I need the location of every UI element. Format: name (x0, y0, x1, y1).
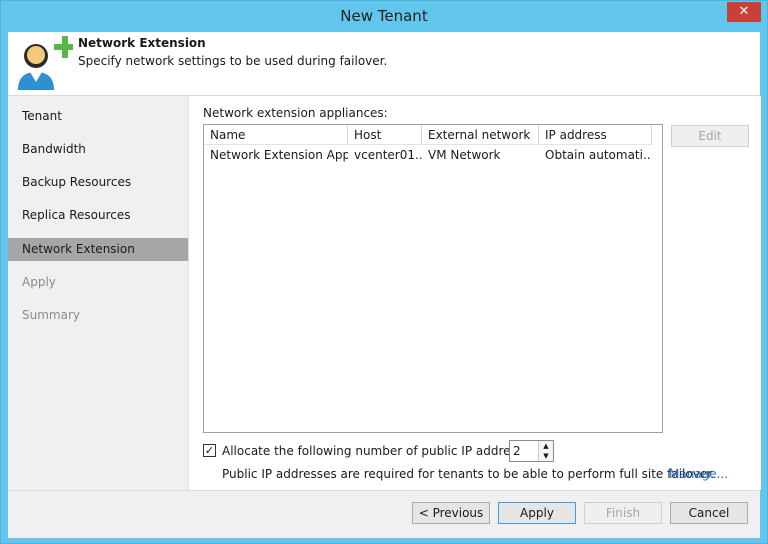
public-ip-note: Public IP addresses are required for ten… (222, 467, 715, 481)
appliances-table[interactable]: Name Host External network IP address Ne… (203, 124, 663, 433)
main-panel: Network extension appliances: Name Host … (188, 96, 761, 490)
cell-ip-address: Obtain automati... (545, 148, 652, 162)
window-title: New Tenant (340, 7, 428, 25)
cell-host: vcenter01... (354, 148, 422, 162)
ip-count-value[interactable]: 2 (513, 444, 521, 458)
tenant-add-icon (18, 36, 73, 90)
wizard-header: Network Extension Specify network settin… (8, 32, 760, 96)
wizard-steps-sidebar: Tenant Bandwidth Backup Resources Replic… (8, 96, 188, 490)
column-header-host[interactable]: Host (348, 125, 422, 145)
allocate-ip-label: Allocate the following number of public … (222, 444, 541, 458)
stepper-down-icon[interactable]: ▼ (538, 451, 553, 461)
table-header: Name Host External network IP address (204, 125, 652, 145)
column-header-external-network[interactable]: External network (422, 125, 539, 145)
page-title: Network Extension (78, 36, 206, 50)
sidebar-item-tenant[interactable]: Tenant (8, 105, 188, 128)
sidebar-item-apply: Apply (22, 275, 56, 289)
close-button[interactable]: ✕ (727, 2, 761, 22)
allocate-ip-checkbox[interactable]: ✓ (203, 444, 216, 457)
cancel-button[interactable]: Cancel (670, 502, 748, 524)
cell-external-network: VM Network (428, 148, 501, 162)
sidebar-item-bandwidth[interactable]: Bandwidth (8, 138, 188, 161)
wizard-footer: < Previous Apply Finish Cancel (8, 490, 760, 538)
column-header-name[interactable]: Name (204, 125, 348, 145)
finish-button[interactable]: Finish (584, 502, 662, 524)
appliances-label: Network extension appliances: (203, 106, 388, 120)
sidebar-item-replica-resources[interactable]: Replica Resources (8, 204, 188, 227)
dialog-client-area: Network Extension Specify network settin… (8, 32, 761, 538)
dialog-window: New Tenant ✕ Network Extension Specify n… (0, 0, 768, 544)
column-header-ip-address[interactable]: IP address (539, 125, 652, 145)
edit-button[interactable]: Edit (671, 125, 749, 147)
cell-name: Network Extension App... (210, 148, 348, 162)
ip-count-stepper[interactable]: 2 ▲ ▼ (509, 440, 554, 462)
apply-button[interactable]: Apply (498, 502, 576, 524)
previous-button[interactable]: < Previous (412, 502, 490, 524)
sidebar-item-summary: Summary (22, 308, 80, 322)
manage-link[interactable]: Manage... (669, 467, 728, 481)
page-subtitle: Specify network settings to be used duri… (78, 54, 388, 68)
sidebar-item-backup-resources[interactable]: Backup Resources (8, 171, 188, 194)
sidebar-item-network-extension[interactable]: Network Extension (8, 238, 188, 261)
